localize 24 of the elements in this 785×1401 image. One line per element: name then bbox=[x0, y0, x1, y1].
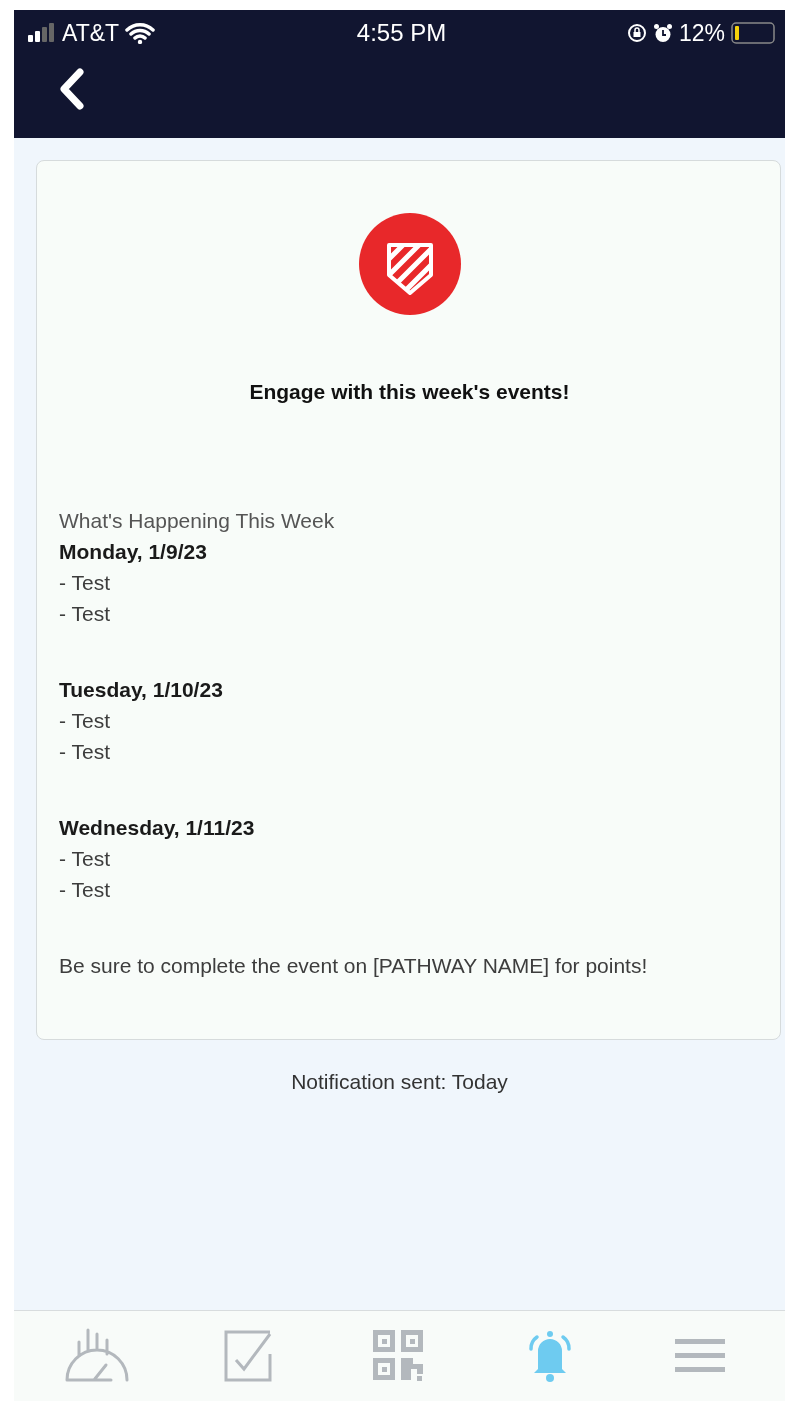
clock-time: 4:55 PM bbox=[356, 19, 447, 47]
event-item: - Test bbox=[59, 877, 111, 903]
day-heading: Tuesday, 1/10/23 bbox=[59, 677, 224, 703]
footer-text: Be sure to complete the event on [PATHWAY NAME] for points! bbox=[59, 953, 649, 979]
signal-icon bbox=[28, 23, 56, 43]
event-item: - Test bbox=[59, 846, 111, 872]
event-item: - Test bbox=[59, 601, 111, 627]
day-heading: Monday, 1/9/23 bbox=[59, 539, 208, 565]
intro-text: What's Happening This Week bbox=[59, 508, 336, 534]
alarm-icon bbox=[652, 22, 673, 44]
notification-sent-text: Notification sent: Today bbox=[291, 1070, 508, 1093]
menu-icon[interactable] bbox=[674, 1339, 725, 1373]
rotation-lock-icon bbox=[626, 23, 647, 43]
wifi-icon bbox=[125, 22, 156, 44]
event-item: - Test bbox=[59, 739, 111, 765]
event-item: - Test bbox=[59, 708, 111, 734]
checkbox-icon[interactable] bbox=[224, 1330, 275, 1382]
message-title: Engage with this week's events! bbox=[248, 379, 571, 405]
carrier-name: AT&T bbox=[62, 19, 120, 47]
event-item: - Test bbox=[59, 570, 111, 596]
battery-percent: 12% bbox=[678, 19, 725, 47]
battery-icon bbox=[731, 22, 775, 44]
day-heading: Wednesday, 1/11/23 bbox=[59, 815, 256, 841]
qr-code-icon[interactable] bbox=[373, 1330, 426, 1382]
